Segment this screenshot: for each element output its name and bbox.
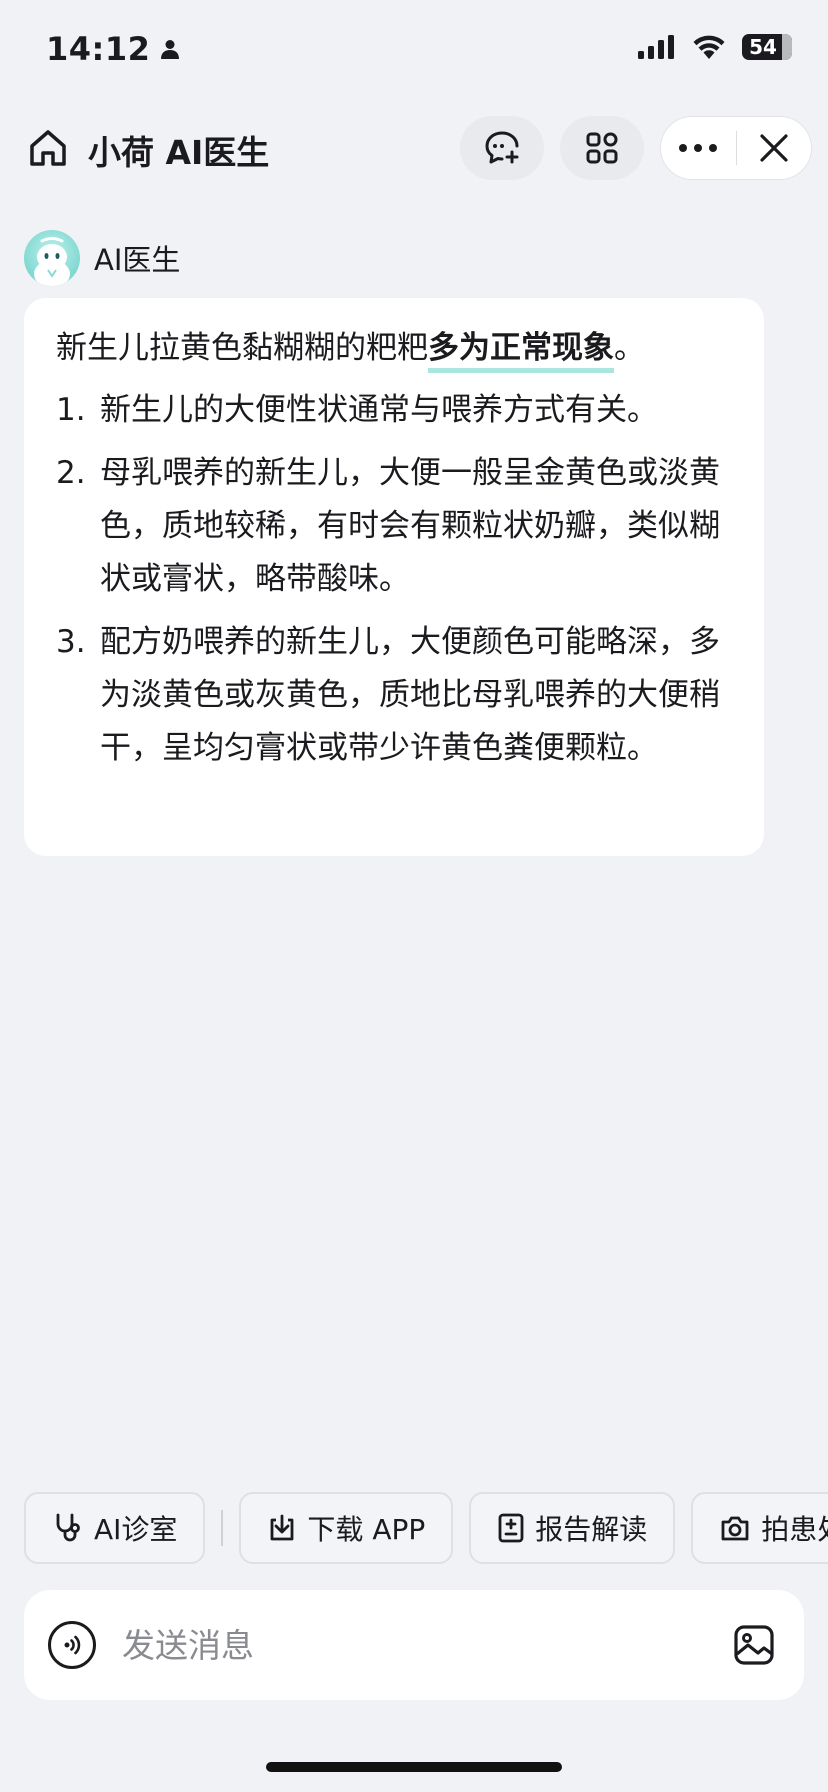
more-dots-icon bbox=[679, 144, 718, 152]
image-icon bbox=[734, 1625, 774, 1665]
download-app-chip[interactable]: 下载 APP bbox=[239, 1492, 454, 1564]
status-bar: 14:12 54 bbox=[0, 0, 828, 100]
home-icon bbox=[30, 130, 66, 166]
person-icon bbox=[161, 40, 180, 59]
report-icon bbox=[498, 1513, 524, 1543]
list-item: 3. 配方奶喂养的新生儿，大便颜色可能略深，多为淡黄色或灰黄色，质地比母乳喂养的… bbox=[56, 624, 720, 766]
message-input[interactable] bbox=[120, 1624, 730, 1666]
doctor-avatar-icon bbox=[34, 237, 70, 286]
assistant-name: AI医生 bbox=[94, 243, 181, 277]
assistant-header: AI医生 bbox=[24, 230, 180, 286]
close-icon bbox=[760, 134, 788, 162]
battery-indicator: 54 bbox=[742, 34, 792, 60]
image-upload-button[interactable] bbox=[730, 1621, 778, 1669]
chip-label: 下载 APP bbox=[307, 1513, 426, 1546]
chip-label: 报告解读 bbox=[535, 1513, 648, 1546]
download-icon bbox=[271, 1514, 294, 1541]
report-interpret-chip[interactable]: 报告解读 bbox=[469, 1492, 676, 1564]
chip-label: 拍患处 bbox=[761, 1513, 828, 1546]
header-bar: 小荷 AI医生 bbox=[0, 112, 828, 184]
voice-input-button[interactable] bbox=[48, 1621, 96, 1669]
more-button[interactable] bbox=[661, 117, 736, 179]
wifi-icon bbox=[693, 35, 725, 59]
new-chat-icon bbox=[485, 131, 519, 164]
chip-label: AI诊室 bbox=[94, 1513, 178, 1546]
stethoscope-icon bbox=[56, 1513, 80, 1542]
highlight-text: 多为正常现象 bbox=[428, 330, 614, 373]
apps-button[interactable] bbox=[560, 116, 644, 180]
capsule-menu bbox=[660, 116, 812, 180]
ai-clinic-chip[interactable]: AI诊室 bbox=[24, 1492, 206, 1564]
camera-icon bbox=[721, 1516, 749, 1541]
quick-actions: AI诊室 下载 APP 报告解读 测试 拍患处 bbox=[24, 1490, 828, 1566]
answer-list: 1. 新生儿的大便性状通常与喂养方式有关。 2. 母乳喂养的新生儿，大便一般呈金… bbox=[56, 384, 730, 775]
list-item: 1. 新生儿的大便性状通常与喂养方式有关。 bbox=[56, 392, 658, 428]
list-item: 2. 母乳喂养的新生儿，大便一般呈金黄色或淡黄色，质地较稀，有时会有颗粒状奶瓣，… bbox=[56, 455, 720, 597]
chip-divider bbox=[221, 1510, 224, 1546]
assistant-message-card: 新生儿拉黄色黏糊糊的粑粑多为正常现象。 1. 新生儿的大便性状通常与喂养方式有关… bbox=[24, 298, 764, 856]
close-button[interactable] bbox=[737, 117, 812, 179]
home-button[interactable] bbox=[24, 124, 72, 172]
status-time: 14:12 bbox=[46, 30, 151, 68]
message-lead: 新生儿拉黄色黏糊糊的粑粑多为正常现象。 bbox=[56, 324, 730, 373]
voice-icon bbox=[64, 1635, 81, 1655]
home-indicator[interactable] bbox=[266, 1762, 562, 1772]
avatar bbox=[24, 230, 80, 286]
page-title: 小荷 AI医生 bbox=[88, 133, 270, 172]
new-chat-button[interactable] bbox=[460, 116, 544, 180]
photo-lesion-chip[interactable]: 测试 拍患处 bbox=[691, 1492, 828, 1564]
cellular-signal-icon bbox=[638, 35, 674, 59]
grid-apps-icon bbox=[586, 132, 618, 164]
message-composer bbox=[24, 1590, 804, 1700]
